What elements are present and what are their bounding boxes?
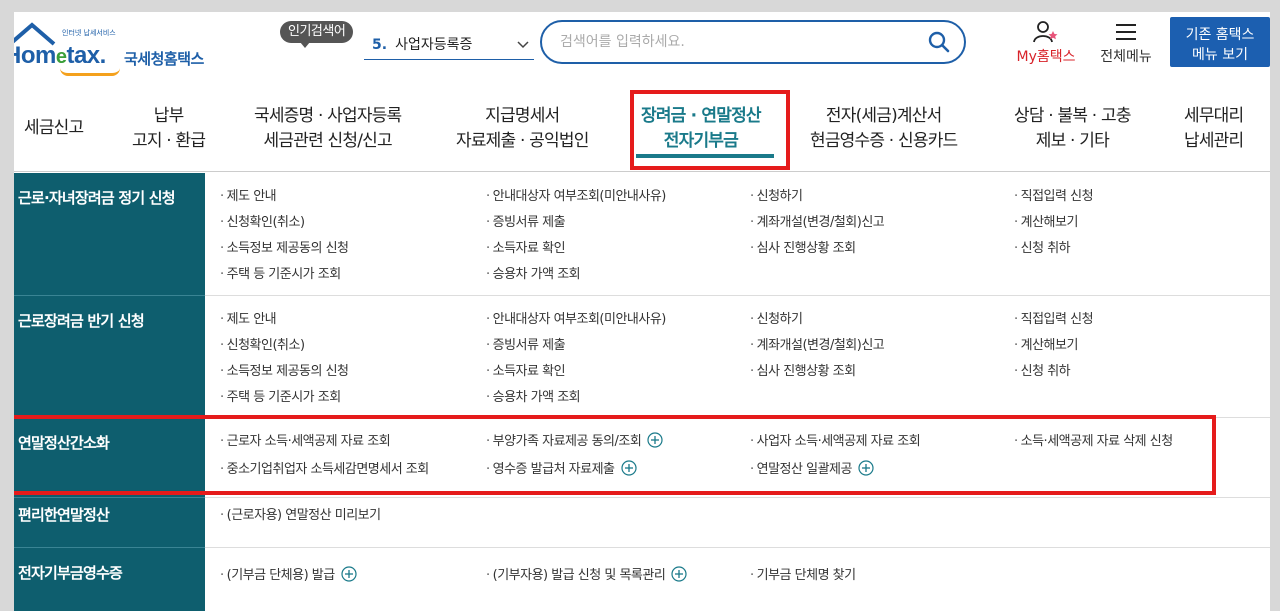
old-menu-button[interactable]: 기존 홈택스 메뉴 보기 — [1170, 17, 1270, 67]
section-title: 근로·자녀장려금 정기 신청 — [18, 189, 176, 207]
search-input[interactable] — [560, 30, 920, 54]
section-title: 전자기부금영수증 — [18, 564, 123, 582]
menu-link[interactable]: 신청 취하 — [1014, 237, 1071, 256]
chevron-down-icon — [517, 41, 529, 49]
gnb-tax-filing[interactable]: 세금신고 — [24, 116, 84, 141]
section-incentive-semiannual: 근로장려금 반기 신청 제도 안내 신청확인(취소) 소득정보 제공동의 신청 … — [14, 296, 1270, 418]
search-box — [540, 20, 966, 64]
menu-link[interactable]: (기부자용) 발급 신청 및 목록관리 — [486, 564, 687, 583]
section-e-donation-receipt: 전자기부금영수증 (기부금 단체용) 발급 (기부자용) 발급 신청 및 목록관… — [14, 548, 1270, 611]
menu-link[interactable]: 직접입력 신청 — [1014, 308, 1094, 327]
menu-link[interactable]: 계산해보기 — [1014, 334, 1079, 353]
page: 인터넷 납세서비스 Hometax. 국세청홈택스 인기검색어 5. 사업자등록증… — [0, 0, 1280, 611]
menu-link[interactable]: 소득자료 확인 — [486, 237, 566, 256]
highlight-box-section — [14, 415, 1216, 495]
section-title: 편리한연말정산 — [18, 506, 110, 524]
menu-link[interactable]: 신청하기 — [750, 308, 803, 327]
menu-link[interactable]: 기부금 단체명 찾기 — [750, 564, 856, 583]
plus-circle-icon[interactable] — [341, 566, 357, 582]
gnb-e-invoice[interactable]: 전자(세금)계산서 현금영수증 · 신용카드 — [810, 104, 958, 154]
menu-link[interactable]: 증빙서류 제출 — [486, 211, 566, 230]
menu-link[interactable]: 제도 안내 — [220, 308, 277, 327]
highlight-box-gnb — [630, 90, 790, 170]
gnb-payment-statement[interactable]: 지급명세서 자료제출 · 공익법인 — [456, 104, 589, 154]
menu-link[interactable]: 안내대상자 여부조회(미안내사유) — [486, 308, 667, 327]
all-menu-button[interactable]: 전체메뉴 — [1094, 20, 1158, 66]
logo-wordmark: Hometax. — [14, 42, 106, 69]
menu-link[interactable]: 증빙서류 제출 — [486, 334, 566, 353]
menu-link[interactable]: 소득정보 제공동의 신청 — [220, 360, 349, 379]
menu-link[interactable]: 직접입력 신청 — [1014, 185, 1094, 204]
hamburger-icon — [1116, 24, 1136, 40]
menu-link[interactable]: 신청확인(취소) — [220, 211, 305, 230]
menu-link[interactable]: 계산해보기 — [1014, 211, 1079, 230]
section-title: 근로장려금 반기 신청 — [18, 312, 145, 330]
menu-link[interactable]: 신청 취하 — [1014, 360, 1071, 379]
menu-link[interactable]: 소득자료 확인 — [486, 360, 566, 379]
my-hometax-button[interactable]: My홈택스 — [1010, 20, 1082, 66]
plus-circle-icon[interactable] — [671, 566, 687, 582]
user-star-icon — [1033, 21, 1058, 43]
logo-korean-name: 국세청홈택스 — [124, 50, 204, 68]
section-convenient-yearend: 편리한연말정산 (근로자용) 연말정산 미리보기 — [14, 498, 1270, 548]
menu-link[interactable]: 소득정보 제공동의 신청 — [220, 237, 349, 256]
all-menu-label: 전체메뉴 — [1100, 49, 1152, 65]
popular-term: 사업자등록증 — [395, 37, 473, 53]
gnb-certificates[interactable]: 국세증명 · 사업자등록 세금관련 신청/신고 — [254, 104, 402, 154]
logo-swoosh — [60, 68, 120, 76]
menu-link[interactable]: 안내대상자 여부조회(미안내사유) — [486, 185, 667, 204]
gnb-tax-agent[interactable]: 세무대리 납세관리 — [1184, 104, 1244, 154]
hometax-window: 인터넷 납세서비스 Hometax. 국세청홈택스 인기검색어 5. 사업자등록증… — [14, 12, 1270, 611]
logo-subtitle: 인터넷 납세서비스 — [62, 29, 116, 37]
menu-link[interactable]: 심사 진행상황 조회 — [750, 360, 856, 379]
hometax-logo[interactable]: 인터넷 납세서비스 Hometax. 국세청홈택스 — [14, 20, 224, 80]
menu-link[interactable]: 승용차 가액 조회 — [486, 263, 581, 282]
menu-link[interactable]: 계좌개설(변경/철회)신고 — [750, 211, 885, 230]
menu-link[interactable]: (기부금 단체용) 발급 — [220, 564, 357, 583]
my-hometax-label: My홈택스 — [1016, 49, 1076, 65]
menu-link[interactable]: 주택 등 기준시가 조회 — [220, 386, 342, 405]
menu-link[interactable]: 신청확인(취소) — [220, 334, 305, 353]
menu-link[interactable]: 계좌개설(변경/철회)신고 — [750, 334, 885, 353]
search-icon[interactable] — [928, 31, 950, 53]
menu-link[interactable]: (근로자용) 연말정산 미리보기 — [220, 504, 381, 523]
gnb-consultation[interactable]: 상담 · 불복 · 고충 제보 · 기타 — [1014, 104, 1131, 154]
menu-link[interactable]: 심사 진행상황 조회 — [750, 237, 856, 256]
menu-link[interactable]: 신청하기 — [750, 185, 803, 204]
menu-link[interactable]: 주택 등 기준시가 조회 — [220, 263, 342, 282]
menu-link[interactable]: 제도 안내 — [220, 185, 277, 204]
header: 인터넷 납세서비스 Hometax. 국세청홈택스 인기검색어 5. 사업자등록증… — [14, 12, 1270, 88]
popular-rank: 5. — [372, 37, 388, 53]
section-incentive-regular: 근로·자녀장려금 정기 신청 제도 안내 신청확인(취소) 소득정보 제공동의 … — [14, 173, 1270, 296]
gnb-payment[interactable]: 납부 고지 · 환급 — [132, 104, 206, 154]
popular-search-select[interactable]: 5. 사업자등록증 — [364, 32, 534, 60]
menu-link[interactable]: 승용차 가액 조회 — [486, 386, 581, 405]
popular-search-badge: 인기검색어 — [280, 21, 354, 48]
